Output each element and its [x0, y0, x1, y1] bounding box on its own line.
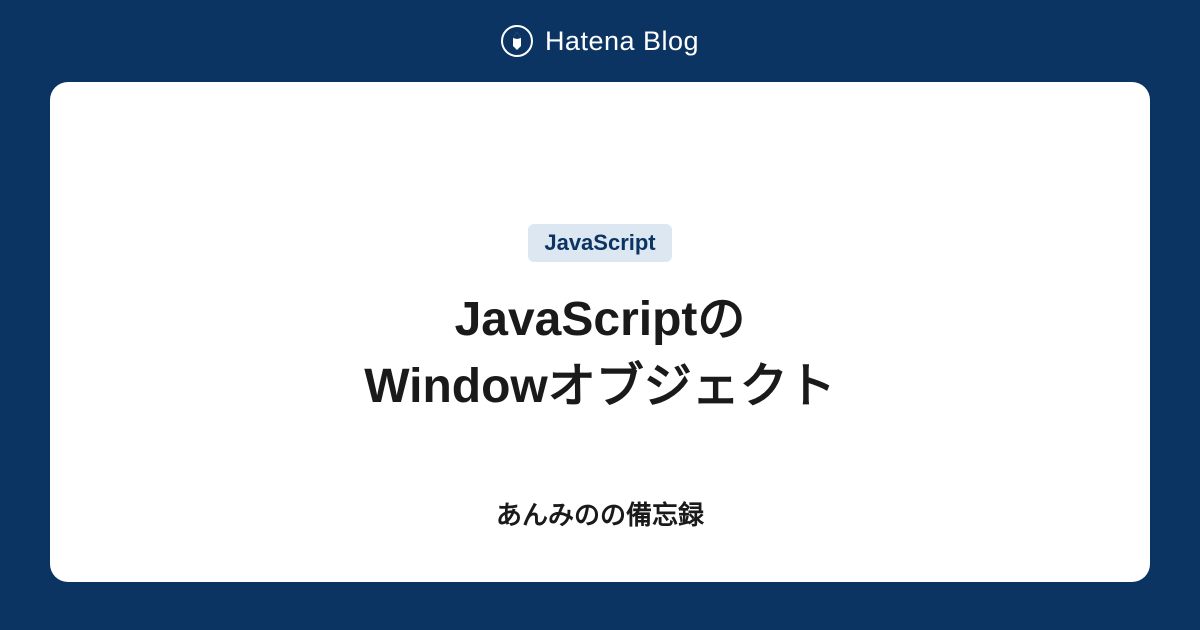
blog-name: あんみのの備忘録 — [496, 495, 704, 532]
article-card: JavaScript JavaScriptの Windowオブジェクト あんみの… — [50, 82, 1150, 582]
category-tag[interactable]: JavaScript — [528, 224, 671, 262]
title-line-1: JavaScriptの — [455, 293, 746, 346]
card-content: JavaScript JavaScriptの Windowオブジェクト — [364, 224, 836, 420]
brand-name: Hatena Blog — [545, 26, 699, 57]
hatena-pen-icon — [501, 25, 533, 57]
title-line-2: Windowオブジェクト — [364, 360, 836, 413]
article-title: JavaScriptの Windowオブジェクト — [364, 286, 836, 420]
header: Hatena Blog — [0, 0, 1200, 82]
